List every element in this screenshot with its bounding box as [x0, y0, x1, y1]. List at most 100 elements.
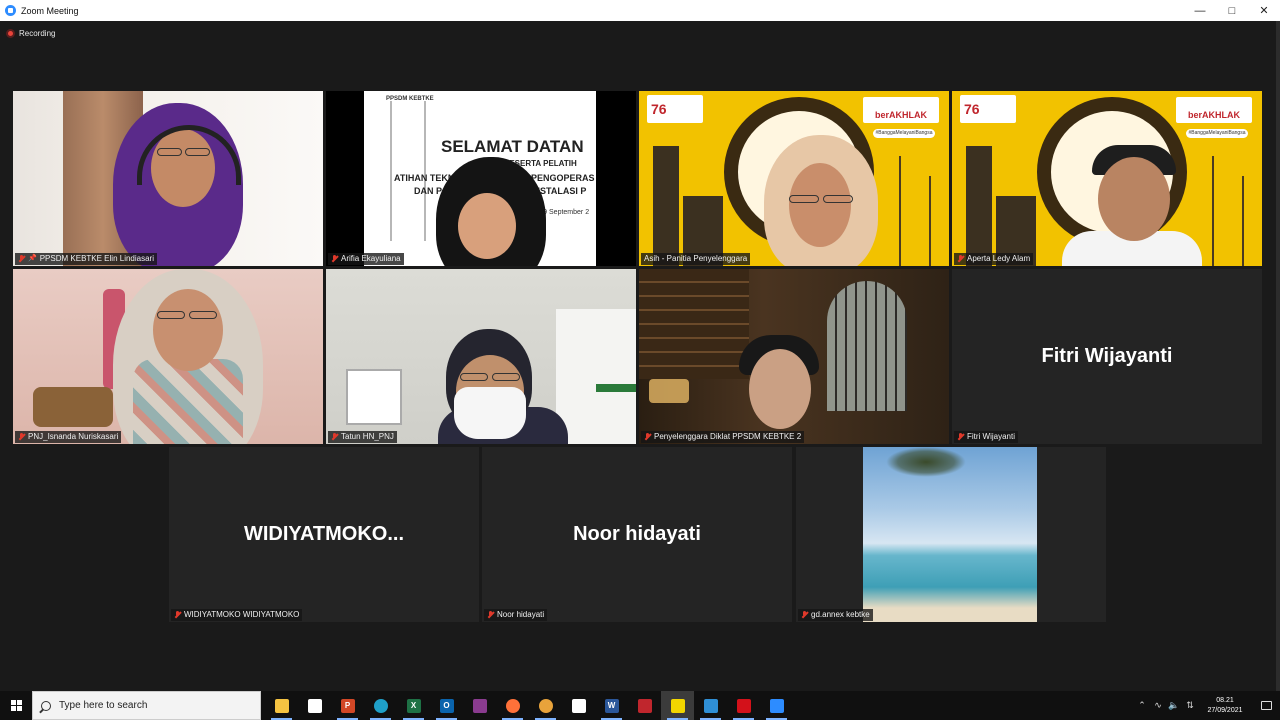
- volume-icon[interactable]: 🔈: [1166, 691, 1182, 720]
- taskbar-search[interactable]: Type here to search: [32, 691, 261, 720]
- notification-icon: [1260, 701, 1272, 710]
- close-icon: ✕: [1259, 5, 1269, 17]
- face: [789, 163, 851, 247]
- video-tile-arifia[interactable]: PPSDM KEBTKE SELAMAT DATAN PESERTA PELAT…: [326, 91, 636, 266]
- mic-muted-icon: [331, 433, 338, 441]
- participant-name: Penyelenggara Diklat PPSDM KEBTKE 2: [654, 432, 802, 441]
- windows-taskbar: Type here to search P X O W ⌃ ∿ 🔈 ⇅ 08.21 2…: [0, 691, 1280, 720]
- video-tile-asih[interactable]: 76 berAKHLAK #BanggaMelayaniBangsa Asih …: [639, 91, 949, 266]
- participant-name-tag: PNJ_Isnanda Nuriskasari: [15, 431, 122, 443]
- minimize-icon: —: [1194, 4, 1206, 17]
- taskbar-app-excel[interactable]: X: [397, 691, 430, 720]
- taskbar-app-firefox[interactable]: [496, 691, 529, 720]
- outlook-icon: O: [439, 698, 454, 713]
- mic-muted-icon: [174, 611, 181, 619]
- mic-muted-icon: [644, 433, 651, 441]
- taskbar-app-sticky-notes[interactable]: [661, 691, 694, 720]
- hashtag-banner: #BanggaMelayaniBangsa: [873, 129, 935, 138]
- chevron-up-icon[interactable]: ⌃: [1134, 691, 1150, 720]
- taskbar-app-word[interactable]: W: [595, 691, 628, 720]
- participant-name-tag: Penyelenggara Diklat PPSDM KEBTKE 2: [641, 431, 805, 443]
- gallery-scrollbar[interactable]: [1276, 21, 1280, 691]
- hijab-pattern: [133, 359, 243, 444]
- basket: [33, 387, 113, 427]
- start-button[interactable]: [0, 691, 32, 720]
- mic-muted-icon: [957, 255, 964, 263]
- taskbar-clock[interactable]: 08.21 27/09/2021: [1202, 696, 1248, 716]
- winrar-icon: [472, 698, 487, 713]
- video-tile-aperta[interactable]: 76 berAKHLAK #BanggaMelayaniBangsa Apert…: [952, 91, 1262, 266]
- participant-name-tag: gd.annex kebtke: [798, 609, 873, 621]
- store-icon: [307, 698, 322, 713]
- participant-name-tag: 📌 PPSDM KEBTKE Elin Lindiasari: [15, 253, 157, 265]
- taskbar-app-acrobat[interactable]: [727, 691, 760, 720]
- video-tile-tatun[interactable]: Tatun HN_PNJ: [326, 269, 636, 444]
- participant-name: Aperta Ledy Alam: [967, 254, 1031, 263]
- edge-icon: [373, 698, 388, 713]
- photos-icon: [703, 698, 718, 713]
- taskbar-app-file-explorer[interactable]: [265, 691, 298, 720]
- taskbar-app-photos[interactable]: [694, 691, 727, 720]
- usb-icon[interactable]: ⇅: [1182, 691, 1198, 720]
- participant-name: Tatun HN_PNJ: [341, 432, 394, 441]
- lamp: [649, 379, 689, 403]
- taskbar-app-outlook[interactable]: O: [430, 691, 463, 720]
- word-icon: W: [604, 698, 619, 713]
- taskbar-app-powerpoint[interactable]: P: [331, 691, 364, 720]
- recording-indicator[interactable]: Recording: [6, 29, 55, 38]
- taskbar-app-winrar[interactable]: [463, 691, 496, 720]
- video-tile-isnanda[interactable]: PNJ_Isnanda Nuriskasari: [13, 269, 323, 444]
- participant-name: gd.annex kebtke: [811, 610, 870, 619]
- participant-name: Fitri Wijayanti: [967, 432, 1016, 441]
- mic-muted-icon: [957, 433, 964, 441]
- minimize-button[interactable]: —: [1184, 0, 1216, 21]
- participant-name-tag: Asih - Panitia Penyelenggara: [641, 253, 751, 265]
- power-tower: [390, 101, 426, 241]
- search-icon: [41, 700, 51, 711]
- whiteboard: [346, 369, 402, 425]
- acrobat-icon: [736, 698, 751, 713]
- face: [749, 349, 811, 429]
- video-tile-penyelenggara[interactable]: Penyelenggara Diklat PPSDM KEBTKE 2: [639, 269, 949, 444]
- wind-turbine: [1242, 176, 1244, 266]
- participant-name: PPSDM KEBTKE Elin Lindiasari: [39, 254, 154, 263]
- gothic-window: [827, 281, 907, 411]
- video-tile-widiyatmoko[interactable]: WIDIYATMOKO... WIDIYATMOKO WIDIYATMOKO: [169, 447, 479, 622]
- taskbar-app-zoom[interactable]: [760, 691, 793, 720]
- video-tile-elin[interactable]: 📌 PPSDM KEBTKE Elin Lindiasari: [13, 91, 323, 266]
- berakhlak-logo: berAKHLAK: [863, 97, 939, 123]
- window-title: Zoom Meeting: [21, 5, 79, 16]
- zoom-icon: [769, 698, 784, 713]
- wind-turbine: [899, 156, 901, 266]
- wind-turbine: [1212, 156, 1214, 266]
- meeting-gallery: Recording 📌 PPSDM KEBTKE Elin Lindiasari…: [0, 21, 1280, 691]
- glasses: [789, 195, 819, 203]
- maximize-button[interactable]: □: [1216, 0, 1248, 21]
- oil-rig-silhouette: [966, 146, 992, 266]
- glasses: [157, 311, 185, 319]
- video-tile-noor[interactable]: Noor hidayati Noor hidayati: [482, 447, 792, 622]
- network-icon[interactable]: ∿: [1150, 691, 1166, 720]
- slide-title: SELAMAT DATAN: [441, 137, 584, 156]
- taskbar-app-mcafee[interactable]: [628, 691, 661, 720]
- recording-label: Recording: [19, 29, 56, 38]
- taskbar-app-store[interactable]: [298, 691, 331, 720]
- mic-muted-icon: [801, 611, 808, 619]
- video-tile-gd-annex[interactable]: gd.annex kebtke: [796, 447, 1106, 622]
- excel-icon: X: [406, 698, 421, 713]
- notification-center-button[interactable]: [1252, 691, 1280, 720]
- wind-turbine: [929, 176, 931, 266]
- oil-rig-silhouette: [653, 146, 679, 266]
- anniversary-logo: 76: [647, 95, 703, 123]
- video-tile-fitri[interactable]: Fitri Wijayanti Fitri Wijayanti: [952, 269, 1262, 444]
- close-button[interactable]: ✕: [1248, 0, 1280, 21]
- search-placeholder: Type here to search: [59, 700, 148, 711]
- taskbar-app-file[interactable]: [562, 691, 595, 720]
- taskbar-app-edge[interactable]: [364, 691, 397, 720]
- taskbar-app-chrome[interactable]: [529, 691, 562, 720]
- system-tray: ⌃ ∿ 🔈 ⇅ 08.21 27/09/2021: [1134, 691, 1280, 720]
- participant-name-tag: Aperta Ledy Alam: [954, 253, 1034, 265]
- participant-name: Noor hidayati: [497, 610, 545, 619]
- palm-leaves: [886, 447, 966, 477]
- slide-line: DAN P: [414, 186, 443, 196]
